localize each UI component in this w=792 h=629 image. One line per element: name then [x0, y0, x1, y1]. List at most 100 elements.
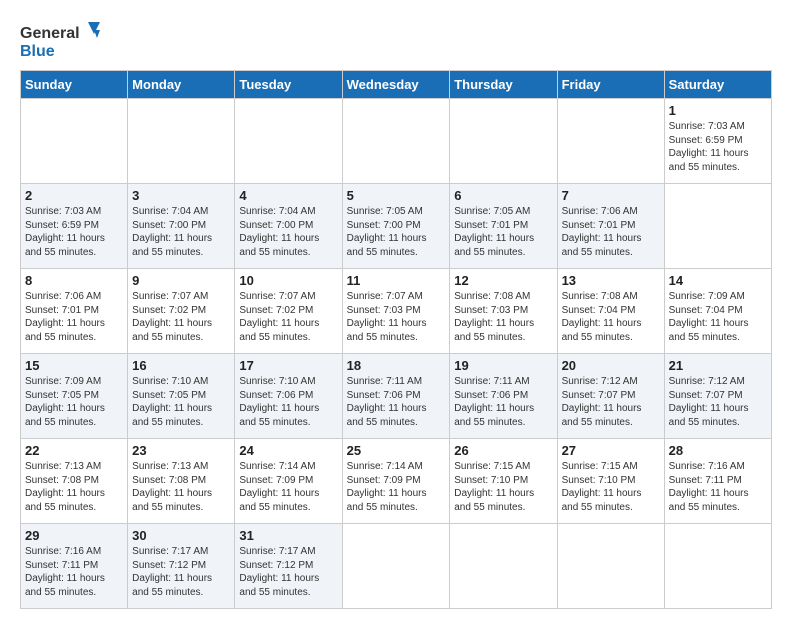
calendar-cell: 22 Sunrise: 7:13 AMSunset: 7:08 PMDayligh… [21, 439, 128, 524]
calendar-cell: 24 Sunrise: 7:14 AMSunset: 7:09 PMDayligh… [235, 439, 342, 524]
calendar-cell: 1 Sunrise: 7:03 AMSunset: 6:59 PMDaylight… [664, 99, 771, 184]
calendar-cell: 20Sunrise: 7:12 AMSunset: 7:07 PMDayligh… [557, 354, 664, 439]
day-number: 2 [25, 188, 123, 203]
day-info: Sunrise: 7:11 AMSunset: 7:06 PMDaylight:… [347, 375, 446, 429]
calendar-cell: 29 Sunrise: 7:16 AMSunset: 7:11 PMDayligh… [21, 524, 128, 609]
calendar-week-row: 2 Sunrise: 7:03 AMSunset: 6:59 PMDaylight… [21, 184, 772, 269]
calendar-cell: 18 Sunrise: 7:11 AMSunset: 7:06 PMDayligh… [342, 354, 450, 439]
day-number: 11 [347, 273, 446, 288]
day-number: 25 [347, 443, 446, 458]
calendar-cell [235, 99, 342, 184]
calendar-cell: 21 Sunrise: 7:12 AMSunset: 7:07 PMDayligh… [664, 354, 771, 439]
day-info: Sunrise: 7:12 AMSunset: 7:07 PMDaylight:… [669, 375, 767, 429]
day-number: 3 [132, 188, 230, 203]
calendar-cell: 7Sunrise: 7:06 AMSunset: 7:01 PMDaylight… [557, 184, 664, 269]
day-number: 29 [25, 528, 123, 543]
day-info: Sunrise: 7:16 AMSunset: 7:11 PMDaylight:… [25, 545, 123, 599]
svg-text:General: General [20, 25, 80, 42]
day-info: Sunrise: 7:13 AMSunset: 7:08 PMDaylight:… [25, 460, 123, 514]
day-info: Sunrise: 7:05 AMSunset: 7:01 PMDaylight:… [454, 205, 552, 259]
day-number: 15 [25, 358, 123, 373]
day-info: Sunrise: 7:12 AMSunset: 7:07 PMDaylight:… [562, 375, 660, 429]
calendar-cell: 9 Sunrise: 7:07 AMSunset: 7:02 PMDaylight… [128, 269, 235, 354]
svg-text:Blue: Blue [20, 43, 55, 60]
day-info: Sunrise: 7:17 AMSunset: 7:12 PMDaylight:… [239, 545, 337, 599]
calendar-cell [557, 99, 664, 184]
day-info: Sunrise: 7:10 AMSunset: 7:06 PMDaylight:… [239, 375, 337, 429]
logo-svg: General Blue [20, 20, 100, 60]
day-number: 18 [347, 358, 446, 373]
header-thursday: Thursday [450, 71, 557, 99]
calendar-cell: 4 Sunrise: 7:04 AMSunset: 7:00 PMDaylight… [235, 184, 342, 269]
calendar-table: SundayMondayTuesdayWednesdayThursdayFrid… [20, 70, 772, 609]
day-number: 21 [669, 358, 767, 373]
day-info: Sunrise: 7:08 AMSunset: 7:04 PMDaylight:… [562, 290, 660, 344]
day-info: Sunrise: 7:04 AMSunset: 7:00 PMDaylight:… [132, 205, 230, 259]
calendar-cell: 11 Sunrise: 7:07 AMSunset: 7:03 PMDayligh… [342, 269, 450, 354]
day-number: 14 [669, 273, 767, 288]
calendar-cell: 5Sunrise: 7:05 AMSunset: 7:00 PMDaylight… [342, 184, 450, 269]
day-number: 4 [239, 188, 337, 203]
calendar-cell: 17 Sunrise: 7:10 AMSunset: 7:06 PMDayligh… [235, 354, 342, 439]
calendar-cell [21, 99, 128, 184]
day-number: 19 [454, 358, 552, 373]
calendar-cell: 12Sunrise: 7:08 AMSunset: 7:03 PMDayligh… [450, 269, 557, 354]
header-tuesday: Tuesday [235, 71, 342, 99]
day-info: Sunrise: 7:06 AMSunset: 7:01 PMDaylight:… [562, 205, 660, 259]
calendar-cell: 2 Sunrise: 7:03 AMSunset: 6:59 PMDaylight… [21, 184, 128, 269]
day-number: 27 [562, 443, 660, 458]
header-wednesday: Wednesday [342, 71, 450, 99]
calendar-cell: 16 Sunrise: 7:10 AMSunset: 7:05 PMDayligh… [128, 354, 235, 439]
calendar-cell: 27 Sunrise: 7:15 AMSunset: 7:10 PMDayligh… [557, 439, 664, 524]
day-info: Sunrise: 7:05 AMSunset: 7:00 PMDaylight:… [347, 205, 446, 259]
day-info: Sunrise: 7:06 AMSunset: 7:01 PMDaylight:… [25, 290, 123, 344]
calendar-cell: 3 Sunrise: 7:04 AMSunset: 7:00 PMDaylight… [128, 184, 235, 269]
day-info: Sunrise: 7:07 AMSunset: 7:03 PMDaylight:… [347, 290, 446, 344]
day-info: Sunrise: 7:03 AMSunset: 6:59 PMDaylight:… [669, 120, 767, 174]
calendar-cell [664, 524, 771, 609]
header: General Blue [20, 20, 772, 60]
calendar-cell: 10Sunrise: 7:07 AMSunset: 7:02 PMDayligh… [235, 269, 342, 354]
day-info: Sunrise: 7:15 AMSunset: 7:10 PMDaylight:… [562, 460, 660, 514]
calendar-week-row: 22 Sunrise: 7:13 AMSunset: 7:08 PMDayligh… [21, 439, 772, 524]
calendar-cell: 6Sunrise: 7:05 AMSunset: 7:01 PMDaylight… [450, 184, 557, 269]
day-number: 26 [454, 443, 552, 458]
day-number: 24 [239, 443, 337, 458]
day-info: Sunrise: 7:14 AMSunset: 7:09 PMDaylight:… [239, 460, 337, 514]
day-number: 13 [562, 273, 660, 288]
header-friday: Friday [557, 71, 664, 99]
day-number: 28 [669, 443, 767, 458]
day-info: Sunrise: 7:07 AMSunset: 7:02 PMDaylight:… [132, 290, 230, 344]
day-info: Sunrise: 7:11 AMSunset: 7:06 PMDaylight:… [454, 375, 552, 429]
day-info: Sunrise: 7:04 AMSunset: 7:00 PMDaylight:… [239, 205, 337, 259]
day-info: Sunrise: 7:13 AMSunset: 7:08 PMDaylight:… [132, 460, 230, 514]
calendar-cell [450, 524, 557, 609]
logo: General Blue [20, 20, 100, 60]
day-number: 1 [669, 103, 767, 118]
calendar-cell [664, 184, 771, 269]
calendar-cell [342, 524, 450, 609]
header-sunday: Sunday [21, 71, 128, 99]
day-info: Sunrise: 7:17 AMSunset: 7:12 PMDaylight:… [132, 545, 230, 599]
day-number: 17 [239, 358, 337, 373]
calendar-cell: 26Sunrise: 7:15 AMSunset: 7:10 PMDayligh… [450, 439, 557, 524]
day-info: Sunrise: 7:08 AMSunset: 7:03 PMDaylight:… [454, 290, 552, 344]
calendar-cell: 15Sunrise: 7:09 AMSunset: 7:05 PMDayligh… [21, 354, 128, 439]
header-saturday: Saturday [664, 71, 771, 99]
day-number: 22 [25, 443, 123, 458]
day-number: 23 [132, 443, 230, 458]
calendar-cell [557, 524, 664, 609]
calendar-cell: 23 Sunrise: 7:13 AMSunset: 7:08 PMDayligh… [128, 439, 235, 524]
day-number: 8 [25, 273, 123, 288]
calendar-cell: 25Sunrise: 7:14 AMSunset: 7:09 PMDayligh… [342, 439, 450, 524]
day-info: Sunrise: 7:03 AMSunset: 6:59 PMDaylight:… [25, 205, 123, 259]
day-number: 10 [239, 273, 337, 288]
calendar-cell: 28Sunrise: 7:16 AMSunset: 7:11 PMDayligh… [664, 439, 771, 524]
day-info: Sunrise: 7:10 AMSunset: 7:05 PMDaylight:… [132, 375, 230, 429]
day-number: 30 [132, 528, 230, 543]
calendar-week-row: 8 Sunrise: 7:06 AMSunset: 7:01 PMDaylight… [21, 269, 772, 354]
day-number: 9 [132, 273, 230, 288]
calendar-week-row: 29 Sunrise: 7:16 AMSunset: 7:11 PMDayligh… [21, 524, 772, 609]
day-number: 16 [132, 358, 230, 373]
calendar-week-row: 15Sunrise: 7:09 AMSunset: 7:05 PMDayligh… [21, 354, 772, 439]
